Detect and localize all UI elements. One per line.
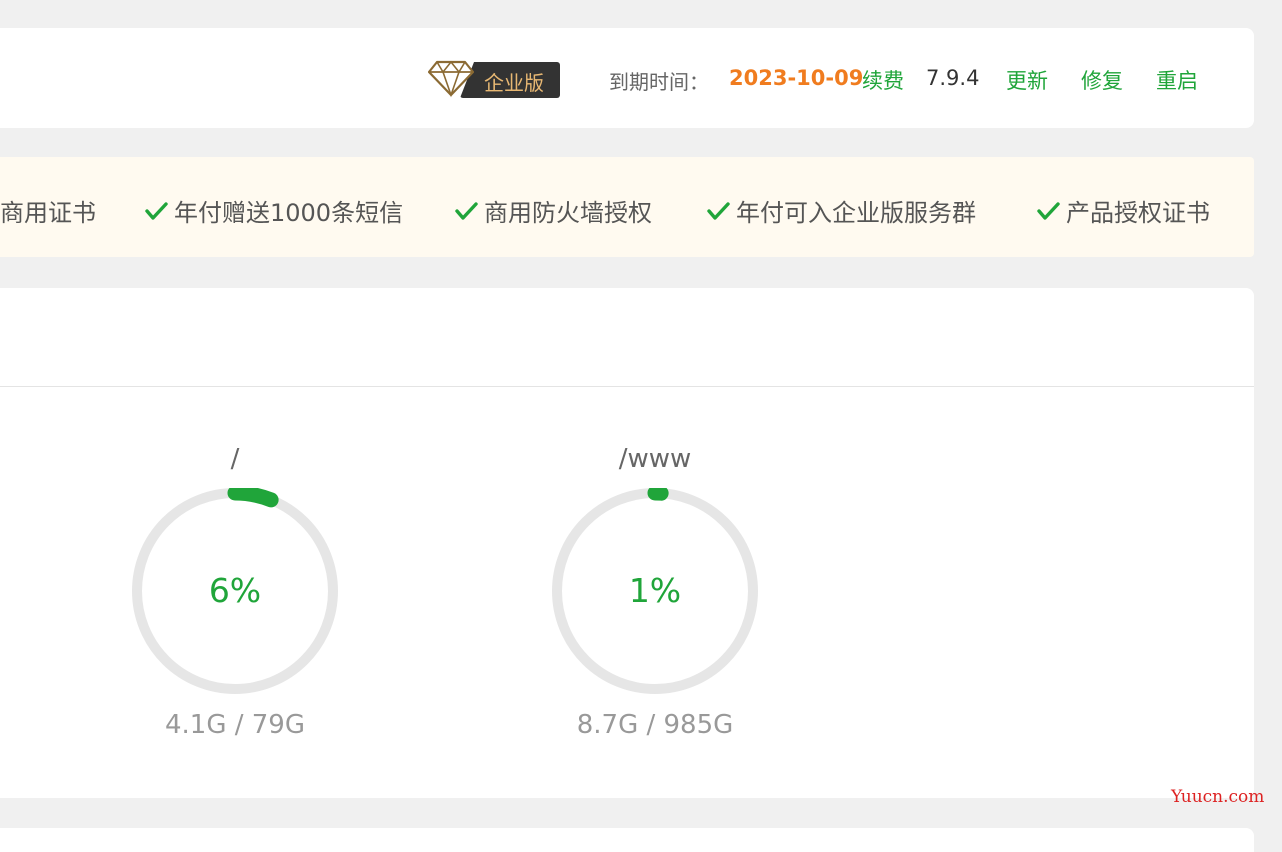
disk-gauge[interactable]: /www 1% 8.7G / 985G — [540, 438, 770, 748]
disk-usage-text: 4.1G / 79G — [164, 710, 306, 740]
update-link[interactable]: 更新 — [1006, 65, 1048, 95]
check-icon — [707, 201, 730, 220]
repair-link[interactable]: 修复 — [1081, 65, 1123, 95]
expire-label: 到期时间： — [609, 70, 709, 94]
disk-percent: 6% — [208, 571, 262, 610]
disk-path: / — [230, 444, 240, 474]
enterprise-benefits-bar: 商用证书 年付赠送1000条短信 商用防火墙授权 年付可入企业版服务群 产品授权… — [0, 157, 1254, 257]
next-panel — [0, 828, 1254, 852]
disk-gauge[interactable]: / 6% 4.1G / 79G — [120, 438, 350, 748]
benefit-item: 商用证书 — [0, 193, 96, 228]
disk-percent: 1% — [628, 571, 682, 610]
benefit-item: 产品授权证书 — [1036, 193, 1210, 228]
benefit-label: 商用防火墙授权 — [484, 199, 652, 227]
disk-usage-text: 8.7G / 985G — [576, 710, 734, 740]
watermark-text: Yuucn.com — [1171, 787, 1265, 807]
benefit-label: 商用证书 — [0, 199, 96, 227]
expire-date: 2023-10-09 — [729, 66, 864, 90]
disk-path: /www — [618, 444, 692, 474]
top-status-bar: 企业版 到期时间： 2023-10-09 续费 7.9.4 更新 修复 重启 — [0, 28, 1254, 128]
restart-link[interactable]: 重启 — [1156, 65, 1198, 95]
check-icon — [145, 201, 168, 220]
panel-version: 7.9.4 — [926, 66, 980, 90]
edition-label: 企业版 — [484, 71, 544, 95]
diamond-icon — [428, 60, 474, 98]
renew-link[interactable]: 续费 — [862, 65, 904, 95]
benefit-label: 年付赠送1000条短信 — [174, 199, 404, 227]
panel-divider — [0, 386, 1254, 387]
benefit-item: 年付赠送1000条短信 — [144, 193, 403, 228]
benefit-item: 年付可入企业版服务群 — [706, 193, 976, 228]
check-icon — [455, 201, 478, 220]
benefit-label: 产品授权证书 — [1066, 199, 1210, 227]
benefit-item: 商用防火墙授权 — [454, 193, 652, 228]
disk-usage-panel: / 6% 4.1G / 79G /www 1% 8.7G / 985G — [0, 288, 1254, 798]
check-icon — [1037, 201, 1060, 220]
benefit-label: 年付可入企业版服务群 — [736, 199, 976, 227]
